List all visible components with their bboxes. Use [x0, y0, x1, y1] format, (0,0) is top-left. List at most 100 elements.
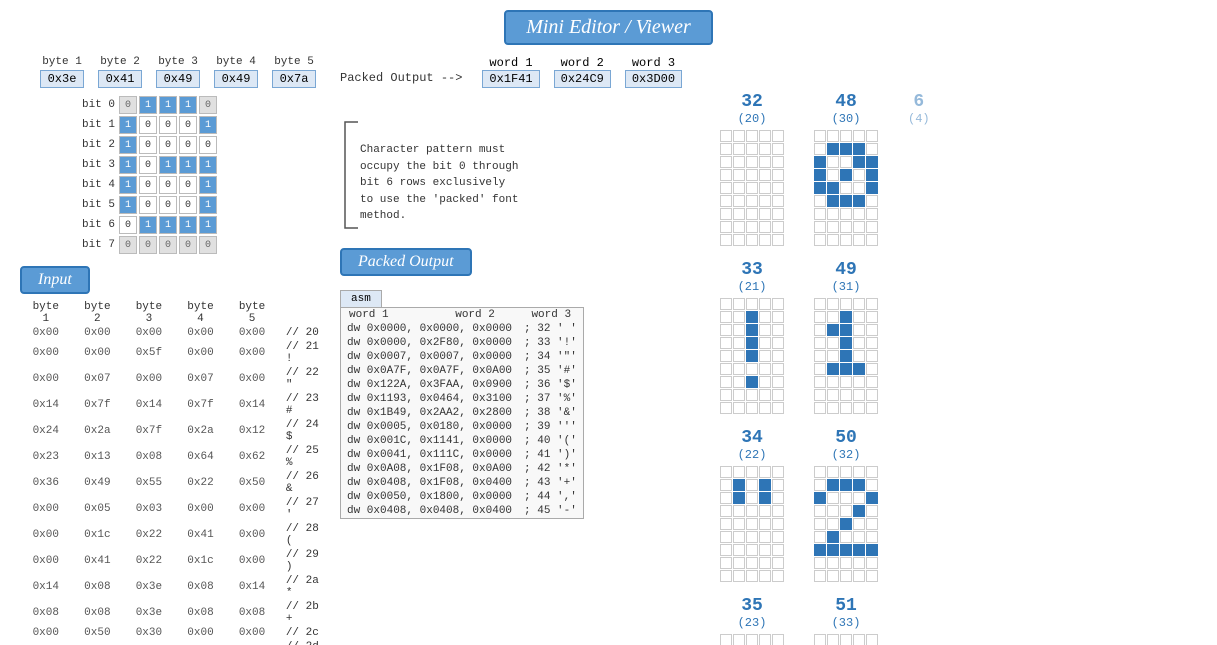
- bit-cell-7-1[interactable]: 0: [139, 236, 157, 254]
- bit-cell-7-4[interactable]: 0: [199, 236, 217, 254]
- bit-cell-3-2[interactable]: 1: [159, 156, 177, 174]
- center-panel: Character pattern must occupy the bit 0 …: [340, 92, 700, 645]
- char-pixel-37: [746, 221, 758, 233]
- char-pixel-43: [759, 234, 771, 246]
- input-cell-13-2: 0x08: [123, 640, 175, 645]
- bit-cell-5-2[interactable]: 0: [159, 196, 177, 214]
- input-header-b1: byte 1: [20, 300, 72, 326]
- bit-cell-6-4[interactable]: 1: [199, 216, 217, 234]
- bit-cell-7-3[interactable]: 0: [179, 236, 197, 254]
- char-pixel-22: [746, 182, 758, 194]
- input-table: byte 1 byte 2 byte 3 byte 4 byte 5 0x000…: [20, 300, 330, 645]
- byte1-value[interactable]: 0x3e: [40, 70, 84, 88]
- char-pixel-40: [814, 402, 826, 414]
- bit-cell-1-4[interactable]: 1: [199, 116, 217, 134]
- bit-cell-2-2[interactable]: 0: [159, 136, 177, 154]
- bit-cell-3-4[interactable]: 1: [199, 156, 217, 174]
- byte2-value[interactable]: 0x41: [98, 70, 142, 88]
- char-pixel-3: [853, 634, 865, 645]
- bit-cell-6-0[interactable]: 0: [119, 216, 137, 234]
- bit-cell-5-3[interactable]: 0: [179, 196, 197, 214]
- char-pixel-0: [814, 634, 826, 645]
- bit-cell-4-1[interactable]: 0: [139, 176, 157, 194]
- bit-cell-2-0[interactable]: 1: [119, 136, 137, 154]
- char-pixel-17: [840, 169, 852, 181]
- word3-value[interactable]: 0x3D00: [625, 70, 682, 88]
- char-pixel-34: [866, 208, 878, 220]
- char-pixel-39: [772, 221, 784, 233]
- bit-cell-3-0[interactable]: 1: [119, 156, 137, 174]
- char-preview-columns: 32(20)33(21)34(22)35(23) 48(30)49(31)50(…: [720, 92, 1197, 645]
- bit-cell-0-4[interactable]: 0: [199, 96, 217, 114]
- char-pixel-4: [772, 466, 784, 478]
- char-pixel-44: [772, 402, 784, 414]
- char-pixel-22: [746, 518, 758, 530]
- bit-cell-1-0[interactable]: 1: [119, 116, 137, 134]
- bit-cell-4-4[interactable]: 1: [199, 176, 217, 194]
- bit-cell-5-0[interactable]: 1: [119, 196, 137, 214]
- bit-cell-7-2[interactable]: 0: [159, 236, 177, 254]
- input-cell-7-3: 0x00: [175, 496, 227, 522]
- input-comment-1: // 21 !: [278, 340, 330, 366]
- packed-row-3: dw 0x0A7F, 0x0A7F, 0x0A00; 35 '#': [341, 364, 584, 378]
- bit-cell-1-2[interactable]: 0: [159, 116, 177, 134]
- char-grid-1: [720, 298, 784, 414]
- char-pixel-24: [772, 350, 784, 362]
- char-sub-0: (30): [814, 112, 878, 126]
- bit-cell-2-1[interactable]: 0: [139, 136, 157, 154]
- input-cell-8-0: 0x00: [20, 522, 72, 548]
- bit-cell-5-4[interactable]: 1: [199, 196, 217, 214]
- bit-cell-4-0[interactable]: 1: [119, 176, 137, 194]
- bit-cell-6-2[interactable]: 1: [159, 216, 177, 234]
- char-pixel-9: [866, 479, 878, 491]
- byte3-value[interactable]: 0x49: [156, 70, 200, 88]
- char-pixel-32: [746, 208, 758, 220]
- char-pixel-10: [720, 324, 732, 336]
- byte1-label: byte 1: [42, 56, 82, 68]
- input-cell-8-1: 0x1c: [72, 522, 124, 548]
- input-comment-8: // 28 (: [278, 522, 330, 548]
- bit-cell-1-1[interactable]: 0: [139, 116, 157, 134]
- char-pixel-20: [720, 182, 732, 194]
- word2-label: word 2: [561, 56, 604, 70]
- asm-tab[interactable]: asm: [340, 290, 382, 307]
- char-pixel-14: [772, 156, 784, 168]
- input-row-13: 0x080x080x080x080x08// 2d -: [20, 640, 330, 645]
- bit-cells-1: 10001: [119, 116, 217, 134]
- byte-col-3: byte 3 0x49: [156, 56, 200, 88]
- input-cell-12-1: 0x50: [72, 626, 124, 640]
- input-comment-5: // 25 %: [278, 444, 330, 470]
- bit-cell-0-0[interactable]: 0: [119, 96, 137, 114]
- bit-cell-0-2[interactable]: 1: [159, 96, 177, 114]
- bit-cell-6-3[interactable]: 1: [179, 216, 197, 234]
- char-pixel-25: [720, 531, 732, 543]
- bit-cell-7-0[interactable]: 0: [119, 236, 137, 254]
- packed-row-4: dw 0x122A, 0x3FAA, 0x0900; 36 '$': [341, 378, 584, 392]
- bit-cell-1-3[interactable]: 0: [179, 116, 197, 134]
- bit-cell-2-3[interactable]: 0: [179, 136, 197, 154]
- char-pixel-16: [733, 505, 745, 517]
- input-cell-2-3: 0x07: [175, 366, 227, 392]
- bit-cell-3-1[interactable]: 0: [139, 156, 157, 174]
- bit-cell-5-1[interactable]: 0: [139, 196, 157, 214]
- byte4-value[interactable]: 0x49: [214, 70, 258, 88]
- bit-cell-2-4[interactable]: 0: [199, 136, 217, 154]
- bit-cell-3-3[interactable]: 1: [179, 156, 197, 174]
- char-pixel-24: [772, 518, 784, 530]
- input-cell-9-3: 0x1c: [175, 548, 227, 574]
- byte5-label: byte 5: [274, 56, 314, 68]
- bit-cell-0-3[interactable]: 1: [179, 96, 197, 114]
- char-preview-char-col1-2: 34(22): [720, 428, 784, 582]
- char-pixel-8: [853, 479, 865, 491]
- word1-value[interactable]: 0x1F41: [482, 70, 539, 88]
- byte5-value[interactable]: 0x7a: [272, 70, 316, 88]
- bit-cell-4-3[interactable]: 0: [179, 176, 197, 194]
- char-pixel-41: [827, 234, 839, 246]
- word2-value[interactable]: 0x24C9: [554, 70, 611, 88]
- packed-row-12: dw 0x0050, 0x1800, 0x0000; 44 ',': [341, 490, 584, 504]
- bit-cell-6-1[interactable]: 1: [139, 216, 157, 234]
- bit-cell-4-2[interactable]: 0: [159, 176, 177, 194]
- char-pixel-1: [827, 130, 839, 142]
- bit-cell-0-1[interactable]: 1: [139, 96, 157, 114]
- char-pixel-32: [840, 208, 852, 220]
